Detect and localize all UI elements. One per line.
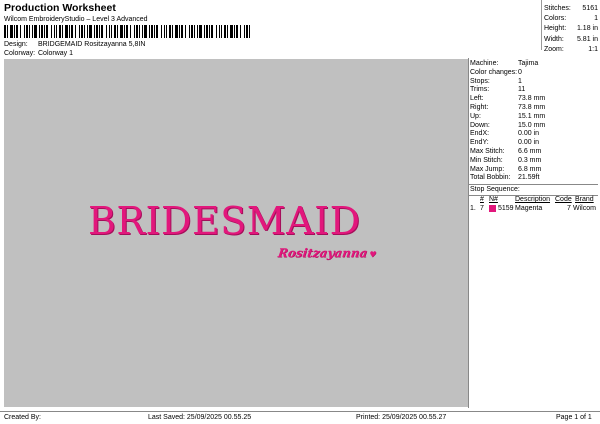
property-value: 0.00 in: [518, 139, 540, 147]
footer-page: Page 1 of 1: [556, 414, 592, 421]
page-title: Production Worksheet: [4, 2, 116, 14]
property-label: Total Bobbin:: [470, 174, 511, 182]
property-row: Left: 73.8 mm: [470, 95, 596, 102]
property-row: Max Jump: 6.8 mm: [470, 166, 596, 173]
property-label: Stops:: [470, 77, 490, 85]
design-label: Design:: [4, 41, 28, 48]
col-header-brand: Brand: [575, 196, 594, 203]
row-index: 1.: [470, 205, 476, 212]
design-preview: BRIDESMAID Rositzayanna♥: [4, 59, 468, 407]
property-row: Total Bobbin: 21.59ft: [470, 174, 596, 181]
property-value: 15.1 mm: [518, 112, 546, 120]
col-header-number: #: [480, 196, 484, 203]
property-value: 11: [518, 86, 526, 94]
property-value: 6.6 mm: [518, 148, 542, 155]
property-label: Color changes:: [470, 68, 518, 76]
row-description: Magenta: [515, 205, 543, 212]
property-value: Tajima: [518, 60, 539, 67]
property-row: EndY: 0.00 in: [470, 139, 596, 146]
row-brand: Wilcom: [573, 205, 596, 212]
property-row: Machine: Tajima: [470, 60, 596, 67]
stat-height: Height: 1.18 in: [544, 25, 598, 33]
property-label: EndY:: [470, 139, 489, 147]
property-label: Down:: [470, 121, 490, 129]
colorway-name: Colorway 1: [38, 50, 74, 57]
design-main-text: BRIDESMAID: [88, 199, 361, 243]
property-label: Max Jump:: [470, 165, 505, 173]
stat-stitches: Stitches: 5161: [544, 4, 598, 12]
property-row: Right: 73.8 mm: [470, 104, 596, 111]
property-value: 73.8 mm: [518, 104, 546, 111]
property-value: 0.00 in: [518, 130, 540, 138]
property-label: Min Stitch:: [470, 156, 503, 164]
stop-sequence-title: Stop Sequence:: [470, 186, 520, 193]
property-value: 15.0 mm: [518, 121, 546, 129]
footer-last-saved: Last Saved: 25/09/2025 00.55.25: [148, 414, 252, 421]
property-row: Up: 15.1 mm: [470, 113, 596, 120]
property-value: 21.59ft: [518, 174, 540, 182]
col-header-code: Code: [555, 196, 572, 203]
property-label: Up:: [470, 112, 481, 120]
col-header-description: Description: [515, 196, 551, 203]
property-value: 6.8 mm: [518, 165, 542, 173]
property-label: Max Stitch:: [470, 148, 505, 155]
property-label: Left:: [470, 95, 484, 103]
stat-width: Width: 5.81 in: [544, 35, 598, 43]
colorway-row: Colorway: Colorway 1: [4, 50, 73, 57]
footer-created-by: Created By:: [4, 414, 41, 421]
software-subtitle: Wilcom EmbroideryStudio – Level 3 Advanc…: [4, 16, 148, 23]
col-header-n: N#: [489, 196, 498, 203]
property-label: EndX:: [470, 130, 490, 138]
design-name: BRIDGEMAID Rositzayanna 5,8IN: [38, 41, 146, 48]
heart-icon: ♥: [368, 249, 378, 259]
property-row: EndX: 0.00 in: [470, 130, 596, 137]
design-row: Design: BRIDGEMAID Rositzayanna 5,8IN: [4, 41, 145, 48]
stat-zoom: Zoom: 1:1: [544, 46, 598, 54]
barcode: [4, 25, 250, 38]
summary-stats: Stitches: 5161 Colors: 1 Height: 1.18 in Wi…: [544, 3, 598, 55]
colorway-label: Colorway:: [4, 50, 36, 57]
property-row: Trims: 11: [470, 86, 596, 93]
property-row: Min Stitch: 0.3 mm: [470, 157, 596, 164]
barcode-bar: [249, 25, 250, 38]
footer: Created By: Last Saved: 25/09/2025 00.55…: [0, 411, 600, 424]
script-name: Rositzayanna: [277, 246, 369, 260]
row-code: 7: [567, 205, 571, 212]
property-row: Max Stitch: 6.6 mm: [470, 148, 596, 155]
property-value: 0.3 mm: [518, 156, 542, 164]
property-label: Right:: [470, 104, 489, 111]
row-thread-number: 5159: [498, 205, 514, 212]
property-value: 0: [518, 68, 522, 76]
stats-divider: [541, 0, 542, 50]
property-row: Down: 15.0 mm: [470, 122, 596, 129]
property-row: Stops: 1: [470, 78, 596, 85]
design-script-text: Rositzayanna♥: [277, 246, 378, 260]
footer-printed: Printed: 25/09/2025 00.55.27: [356, 414, 447, 421]
property-label: Machine:: [470, 60, 499, 67]
property-label: Trims:: [470, 86, 490, 94]
property-value: 73.8 mm: [518, 95, 546, 103]
sequence-divider-top: [469, 184, 598, 185]
row-stop: 7: [480, 205, 484, 212]
property-row: Color changes: 0: [470, 69, 596, 76]
property-value: 1: [518, 77, 522, 85]
stat-colors: Colors: 1: [544, 15, 598, 23]
thread-color-swatch: [489, 205, 496, 212]
